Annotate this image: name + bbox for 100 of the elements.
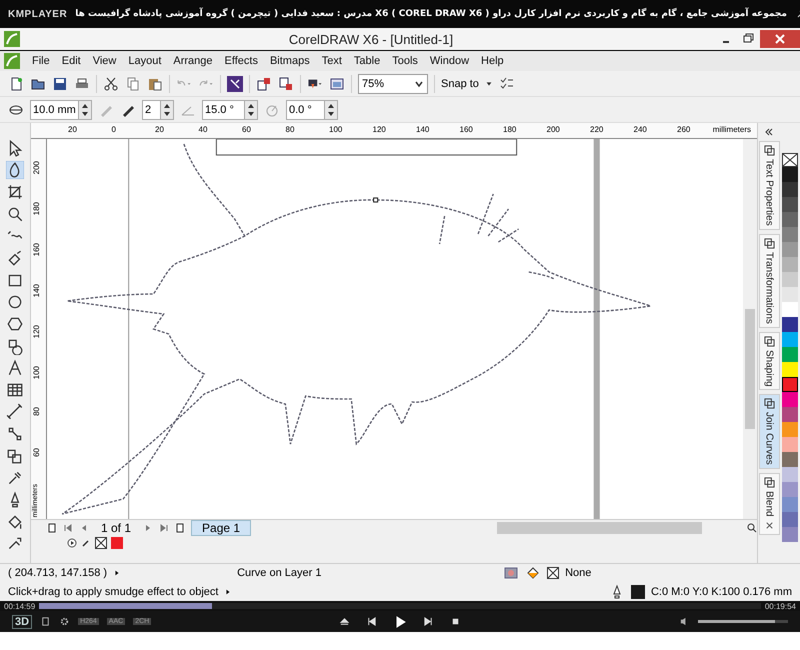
- volume-slider[interactable]: [698, 620, 788, 623]
- save-icon[interactable]: [52, 76, 68, 92]
- scissors-icon[interactable]: [103, 76, 119, 92]
- color-swatch[interactable]: [782, 197, 798, 212]
- color-swatch[interactable]: [782, 227, 798, 242]
- menu-item[interactable]: Layout: [122, 55, 168, 67]
- caret-icon[interactable]: [113, 569, 122, 578]
- shapes-tool-icon[interactable]: [6, 337, 24, 355]
- spin-field[interactable]: 10.0 mm: [30, 100, 92, 120]
- color-swatch[interactable]: [782, 347, 798, 362]
- color-swatch[interactable]: [782, 362, 798, 377]
- color-swatch[interactable]: [782, 167, 798, 182]
- spin-arrows-icon[interactable]: [160, 100, 173, 118]
- color-swatch[interactable]: [782, 242, 798, 257]
- spin-arrows-icon[interactable]: [324, 100, 337, 118]
- menu-item[interactable]: Table: [348, 55, 386, 67]
- eject-icon[interactable]: [339, 616, 350, 627]
- color-swatch[interactable]: [782, 272, 798, 287]
- color-swatch[interactable]: [782, 377, 798, 392]
- color-swatch[interactable]: [782, 452, 798, 467]
- vertical-scrollbar[interactable]: [743, 139, 757, 519]
- spin-arrows-icon[interactable]: [78, 100, 91, 118]
- zoom-dropdown[interactable]: 75%: [358, 74, 428, 94]
- menu-item[interactable]: Effects: [218, 55, 264, 67]
- double-chevron-icon[interactable]: [764, 127, 774, 137]
- color-profile-icon[interactable]: [503, 565, 520, 582]
- effects-tool-icon[interactable]: [6, 447, 24, 465]
- color-swatch[interactable]: [782, 407, 798, 422]
- docker-tab[interactable]: Blend: [758, 473, 780, 535]
- caret-icon[interactable]: [224, 588, 232, 596]
- spin-field[interactable]: 0.0 °: [286, 100, 338, 120]
- color-swatch[interactable]: [782, 257, 798, 272]
- dimension-tool-icon[interactable]: [6, 403, 24, 421]
- menu-item[interactable]: Help: [475, 55, 510, 67]
- no-color-swatch[interactable]: [95, 537, 107, 549]
- menu-item[interactable]: Edit: [56, 55, 87, 67]
- docker-tab[interactable]: Transformations: [758, 234, 780, 328]
- zoom-icon[interactable]: [747, 523, 757, 533]
- eyedropper-icon[interactable]: [81, 538, 91, 548]
- no-color-swatch[interactable]: [782, 153, 798, 167]
- color-swatch[interactable]: [782, 302, 798, 317]
- menu-item[interactable]: Text: [316, 55, 348, 67]
- spin-field[interactable]: 15.0 °: [202, 100, 258, 120]
- docker-tab[interactable]: Shaping: [758, 332, 780, 390]
- connector-tool-icon[interactable]: [6, 425, 24, 443]
- previous-icon[interactable]: [366, 616, 377, 627]
- menu-item[interactable]: Bitmaps: [264, 55, 316, 67]
- text-tool-icon[interactable]: [6, 359, 24, 377]
- node-handle[interactable]: [373, 198, 378, 202]
- 3d-button[interactable]: 3D: [12, 614, 32, 628]
- add-page-icon[interactable]: [47, 523, 57, 533]
- menu-item[interactable]: File: [26, 55, 56, 67]
- close-button[interactable]: [760, 30, 800, 48]
- caret-icon[interactable]: [484, 80, 493, 88]
- menu-item[interactable]: Tools: [386, 55, 424, 67]
- color-swatch[interactable]: [782, 332, 798, 347]
- color-swatch[interactable]: [782, 392, 798, 407]
- menu-item[interactable]: Window: [424, 55, 476, 67]
- color-swatch[interactable]: [782, 512, 798, 527]
- docker-tab[interactable]: Join Curves: [758, 394, 780, 470]
- settings-icon[interactable]: [59, 616, 70, 627]
- smudge-tool-icon[interactable]: [6, 161, 24, 179]
- page-tab[interactable]: Page 1: [191, 520, 252, 536]
- spin-arrows-icon[interactable]: [244, 100, 257, 118]
- menu-item[interactable]: View: [86, 55, 122, 67]
- stop-icon[interactable]: [450, 616, 461, 627]
- seek-bar[interactable]: [39, 603, 761, 609]
- zoom-tool-icon[interactable]: [6, 205, 24, 223]
- import-icon[interactable]: [256, 76, 272, 92]
- close-icon[interactable]: [764, 520, 774, 531]
- color-swatch[interactable]: [782, 482, 798, 497]
- docker-tab[interactable]: Text Properties: [758, 141, 780, 230]
- color-swatch[interactable]: [782, 467, 798, 482]
- playlist-icon[interactable]: [40, 616, 52, 627]
- play-icon[interactable]: [67, 538, 77, 548]
- color-swatch[interactable]: [782, 422, 798, 437]
- color-swatch[interactable]: [782, 212, 798, 227]
- color-swatch[interactable]: [782, 497, 798, 512]
- next-icon[interactable]: [423, 616, 434, 627]
- spin-field[interactable]: 2: [142, 100, 174, 120]
- crop-tool-icon[interactable]: [6, 183, 24, 201]
- color-swatch[interactable]: [782, 437, 798, 452]
- smartfill-tool-icon[interactable]: [6, 249, 24, 267]
- export-icon[interactable]: [278, 76, 294, 92]
- table-tool-icon[interactable]: [6, 381, 24, 399]
- last-page-icon[interactable]: [159, 523, 170, 533]
- add-page-icon[interactable]: [175, 523, 186, 533]
- eyedropper-tool-icon[interactable]: [6, 469, 24, 487]
- window-icon[interactable]: [329, 76, 345, 92]
- checklist-icon[interactable]: [498, 76, 515, 92]
- fill-tool-icon[interactable]: [6, 513, 24, 531]
- first-page-icon[interactable]: [63, 523, 73, 533]
- ellipse-tool-icon[interactable]: [6, 293, 24, 311]
- color-swatch[interactable]: [782, 182, 798, 197]
- polygon-tool-icon[interactable]: [6, 315, 24, 333]
- color-swatch[interactable]: [782, 317, 798, 332]
- snap-to-button[interactable]: Snap to: [441, 78, 479, 90]
- copy-icon[interactable]: [125, 76, 141, 92]
- color-swatch[interactable]: [782, 287, 798, 302]
- color-swatch[interactable]: [111, 537, 123, 549]
